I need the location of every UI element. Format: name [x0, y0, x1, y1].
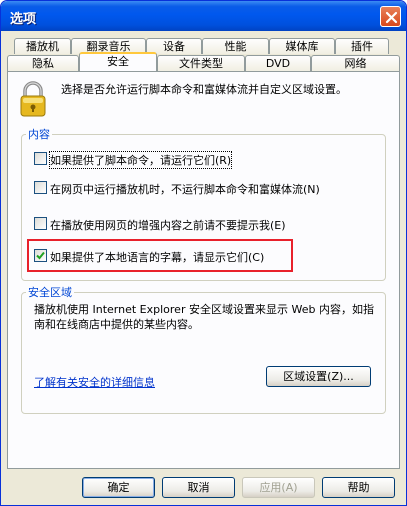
show-captions-label: 如果提供了本地语言的字幕，请显示它们(C)	[50, 251, 265, 264]
help-button[interactable]: 帮助	[322, 477, 395, 498]
tab-dvd[interactable]: DVD	[245, 55, 311, 71]
content-group-legend: 内容	[28, 128, 50, 141]
security-description: 选择是否允许运行脚本命令和富媒体流并自定义区域设置。	[61, 83, 347, 96]
security-zone-legend: 安全区域	[28, 286, 72, 299]
no-scripts-in-webpage-checkbox[interactable]	[34, 181, 47, 194]
tab-library[interactable]: 媒体库	[269, 38, 335, 54]
run-script-commands-checkbox[interactable]	[34, 152, 47, 165]
apply-button[interactable]: 应用(A)	[242, 477, 315, 498]
window-title: 选项	[10, 12, 37, 27]
zone-settings-button[interactable]: 区域设置(Z)...	[266, 366, 371, 387]
security-info-link[interactable]: 了解有关安全的详细信息	[34, 374, 155, 390]
checkmark-icon	[36, 251, 45, 260]
options-dialog: 选项 播放机 翻录音乐 设备 性能 媒体库 插件 隐私 安全 文件类型 DVD …	[0, 0, 407, 506]
no-scripts-in-webpage-label: 在网页中运行播放机时，不运行脚本命令和富媒体流(N)	[50, 183, 320, 196]
title-bar[interactable]: 选项	[1, 1, 406, 31]
no-prompt-enhanced-content-label: 在播放使用网页的增强内容之前请不要提示我(E)	[50, 219, 286, 232]
tab-privacy[interactable]: 隐私	[7, 55, 79, 71]
tab-performance[interactable]: 性能	[202, 38, 269, 54]
ok-button[interactable]: 确定	[82, 477, 155, 498]
close-button[interactable]	[380, 6, 401, 27]
security-zone-description: 播放机使用 Internet Explorer 安全区域设置来显示 Web 内容…	[34, 303, 374, 331]
tab-network[interactable]: 网络	[311, 55, 400, 71]
tab-plugins[interactable]: 插件	[335, 38, 389, 54]
lock-icon	[20, 81, 46, 117]
run-script-commands-label: 如果提供了脚本命令，请运行它们(R)	[48, 151, 233, 169]
cancel-button[interactable]: 取消	[162, 477, 235, 498]
tab-security[interactable]: 安全	[79, 52, 157, 71]
show-captions-checkbox[interactable]	[34, 249, 47, 262]
no-prompt-enhanced-content-checkbox[interactable]	[34, 217, 47, 230]
tab-player[interactable]: 播放机	[14, 38, 71, 54]
close-icon	[385, 11, 398, 24]
tab-file-types[interactable]: 文件类型	[157, 55, 245, 71]
